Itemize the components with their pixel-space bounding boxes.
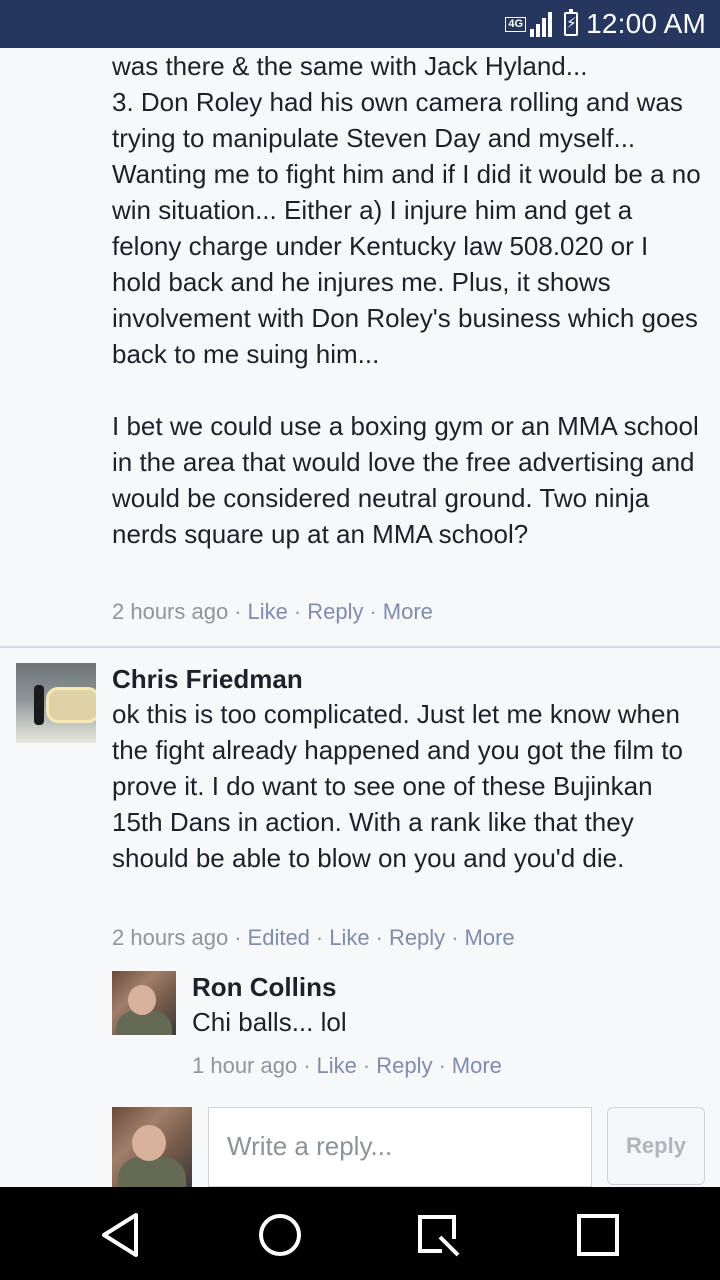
comment-timestamp: 2 hours ago bbox=[112, 925, 229, 950]
more-link[interactable]: More bbox=[465, 925, 515, 950]
back-icon[interactable] bbox=[98, 1211, 146, 1259]
comment-author[interactable]: Chris Friedman bbox=[112, 662, 708, 696]
battery-icon: ⚡ bbox=[564, 9, 579, 36]
comment-author[interactable]: Ron Collins bbox=[192, 970, 692, 1004]
more-link[interactable]: More bbox=[452, 1053, 502, 1078]
reply-input[interactable]: Write a reply... bbox=[208, 1107, 592, 1187]
like-link[interactable]: Like bbox=[248, 599, 288, 624]
recent-apps-icon[interactable] bbox=[574, 1211, 622, 1259]
comment-meta: 2 hours ago · Edited · Like · Reply · More bbox=[112, 925, 515, 950]
reply-link[interactable]: Reply bbox=[389, 925, 445, 950]
reply-link[interactable]: Reply bbox=[307, 599, 363, 624]
quick-memo-icon[interactable] bbox=[414, 1211, 462, 1259]
reply-button[interactable]: Reply bbox=[607, 1107, 705, 1185]
signal-icon bbox=[530, 11, 554, 37]
avatar[interactable] bbox=[16, 663, 96, 743]
comment-timestamp: 1 hour ago bbox=[192, 1053, 298, 1078]
comment-timestamp: 2 hours ago bbox=[112, 599, 229, 624]
comment-text: Chi balls... lol bbox=[192, 1007, 347, 1037]
status-bar: 4G ⚡ 12:00 AM bbox=[0, 0, 720, 48]
comment: Chris Friedman ok this is too complicate… bbox=[112, 662, 708, 876]
like-link[interactable]: Like bbox=[317, 1053, 357, 1078]
current-user-avatar bbox=[112, 1107, 192, 1187]
comment-meta: 2 hours ago · Like · Reply · More bbox=[112, 599, 433, 624]
comment-body: was there & the same with Jack Hyland...… bbox=[112, 48, 702, 552]
edited-link[interactable]: Edited bbox=[248, 925, 310, 950]
navigation-bar bbox=[0, 1187, 720, 1280]
comment-text: was there & the same with Jack Hyland...… bbox=[112, 51, 701, 549]
comment-text: ok this is too complicated. Just let me … bbox=[112, 699, 683, 873]
more-link[interactable]: More bbox=[383, 599, 433, 624]
comment-divider bbox=[0, 646, 720, 648]
avatar[interactable] bbox=[112, 971, 176, 1035]
reply-link[interactable]: Reply bbox=[376, 1053, 432, 1078]
like-link[interactable]: Like bbox=[329, 925, 369, 950]
home-icon[interactable] bbox=[256, 1211, 304, 1259]
network-type-badge: 4G bbox=[505, 16, 527, 32]
status-time: 12:00 AM bbox=[586, 8, 706, 39]
reply-comment: Ron Collins Chi balls... lol bbox=[192, 970, 692, 1040]
comment-meta: 1 hour ago · Like · Reply · More bbox=[192, 1053, 502, 1078]
